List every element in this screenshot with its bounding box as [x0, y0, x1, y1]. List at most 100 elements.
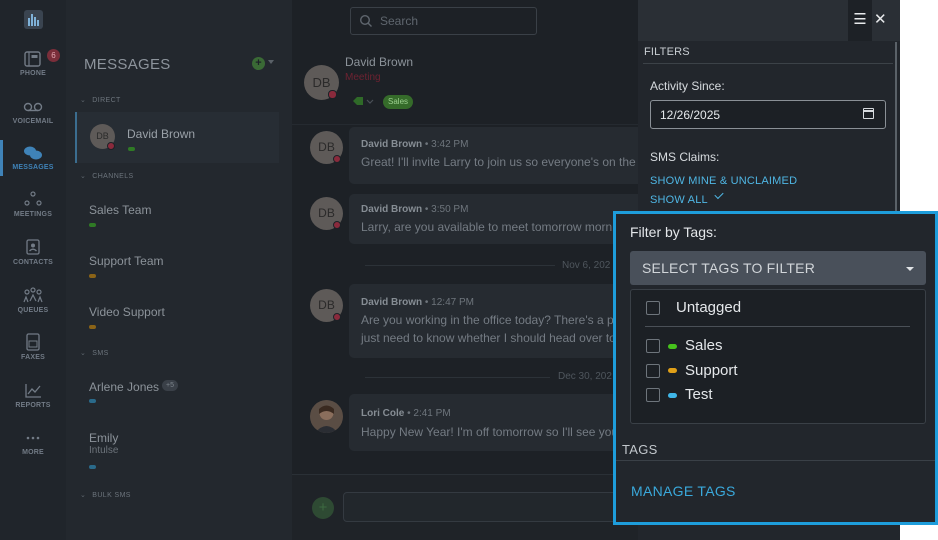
option-sales-label[interactable]: Sales [685, 337, 723, 354]
nav-queues[interactable]: QUEUES [0, 285, 66, 329]
tag-icon[interactable] [352, 96, 374, 106]
nav-more[interactable]: MORE [0, 427, 66, 471]
nav-phone-label: PHONE [20, 70, 46, 77]
sms-emily[interactable]: Emily [89, 431, 118, 445]
test-color-dot [668, 393, 677, 398]
manage-tags-link[interactable]: MANAGE TAGS [631, 483, 736, 499]
tag-indicator [89, 274, 96, 278]
checkbox-sales[interactable] [646, 339, 660, 353]
show-all-option[interactable]: SHOW ALL [650, 194, 708, 206]
attach-add-button[interactable]: + [312, 497, 334, 519]
message-text: Happy New Year! I'm off tomorrow so I'll… [361, 425, 619, 439]
message-text: just need to know whether I should head … [361, 331, 616, 345]
contact-tag-badge: Sales [383, 95, 414, 109]
nav-contacts-label: CONTACTS [13, 259, 53, 266]
calendar-icon[interactable] [863, 108, 874, 119]
conversation-name: David Brown [127, 127, 196, 141]
date-divider-line [365, 377, 550, 378]
busy-status-dot [333, 313, 341, 321]
nav-meetings[interactable]: MEETINGS [0, 189, 66, 233]
chevron-down-icon: ⌄ [80, 173, 87, 180]
message-avatar-photo [310, 400, 343, 433]
section-bulk-sms[interactable]: ⌄ BULK SMS [80, 491, 131, 499]
busy-status-dot [333, 155, 341, 163]
app-logo[interactable] [24, 10, 43, 29]
show-mine-unclaimed-option[interactable]: SHOW MINE & UNCLAIMED [650, 175, 797, 187]
tag-indicator [128, 147, 135, 151]
option-support-label[interactable]: Support [685, 362, 738, 379]
chevron-down-icon: ⌄ [80, 350, 87, 357]
message-text: Are you working in the office today? The… [361, 313, 621, 327]
busy-status-dot [107, 142, 115, 150]
message-text: Great! I'll invite Larry to join us so e… [361, 155, 646, 169]
tag-options-dropdown [630, 289, 926, 424]
more-dots-icon [26, 436, 40, 440]
nav-messages[interactable]: MESSAGES [0, 142, 66, 186]
channel-video-support[interactable]: Video Support [89, 305, 165, 319]
tags-section-header: TAGS [622, 442, 658, 457]
option-untagged-label[interactable]: Untagged [676, 299, 741, 316]
tag-filter-select-placeholder: SELECT TAGS TO FILTER [642, 260, 816, 276]
contact-name: David Brown [345, 55, 414, 69]
menu-button[interactable]: ☰ [848, 0, 872, 41]
search-placeholder: Search [380, 14, 419, 28]
checkbox-untagged[interactable] [646, 301, 660, 315]
section-direct[interactable]: ⌄ DIRECT [80, 96, 121, 104]
chat-bubbles-icon [24, 146, 42, 160]
caret-down-icon[interactable] [906, 267, 914, 271]
message-meta: David Brown • 12:47 PM [361, 297, 474, 308]
date-separator: Dec 30, 202 [558, 371, 612, 382]
nav-more-label: MORE [22, 449, 44, 456]
message-input[interactable] [343, 492, 638, 522]
message-bubble [349, 194, 638, 244]
chat-header-divider [292, 124, 638, 125]
message-meta: David Brown • 3:42 PM [361, 139, 469, 150]
nav-voicemail[interactable]: VOICEMAIL [0, 96, 66, 140]
chevron-down-icon: ⌄ [80, 97, 87, 104]
chevron-down-icon: ⌄ [80, 492, 87, 499]
checkbox-test[interactable] [646, 388, 660, 402]
close-button[interactable]: ✕ [874, 11, 887, 29]
nav-faxes[interactable]: FAXES [0, 332, 66, 376]
section-sms[interactable]: ⌄ SMS [80, 349, 109, 357]
meetings-icon [24, 191, 42, 206]
nav-contacts[interactable]: CONTACTS [0, 237, 66, 281]
tag-indicator [89, 399, 96, 403]
fax-icon [26, 333, 40, 351]
date-divider-line [365, 265, 555, 266]
person-photo-icon [310, 400, 343, 433]
conversation-list: MESSAGES + ⌄ DIRECT [66, 0, 292, 540]
sms-claims-label: SMS Claims: [650, 150, 720, 164]
panel-scrollbar[interactable] [895, 42, 897, 212]
message-text: Larry, are you available to meet tomorro… [361, 220, 615, 234]
filters-divider [643, 63, 893, 64]
nav-voicemail-label: VOICEMAIL [12, 118, 54, 125]
nav-faxes-label: FAXES [21, 354, 45, 361]
channel-sales-team[interactable]: Sales Team [89, 203, 151, 217]
tags-divider [616, 460, 935, 461]
contacts-icon [26, 239, 40, 255]
option-test-label[interactable]: Test [685, 386, 713, 403]
chevron-down-icon[interactable] [268, 60, 274, 64]
close-icon: ✕ [874, 11, 887, 28]
contact-status: Meeting [345, 72, 381, 83]
checkbox-support[interactable] [646, 364, 660, 378]
sales-color-dot [668, 344, 677, 349]
channel-support-team[interactable]: Support Team [89, 254, 164, 268]
filters-header: FILTERS [644, 46, 690, 58]
section-channels[interactable]: ⌄ CHANNELS [80, 172, 134, 180]
sms-emily-company: Intulse [89, 445, 119, 456]
busy-status-dot [328, 90, 337, 99]
filter-by-tags-label: Filter by Tags: [630, 224, 717, 240]
nav-reports[interactable]: REPORTS [0, 380, 66, 424]
sms-arlene-jones[interactable]: Arlene Jones [89, 380, 159, 394]
message-bubble [349, 394, 638, 451]
add-conversation-button[interactable]: + [252, 57, 265, 70]
nav-queues-label: QUEUES [17, 307, 49, 314]
message-meta: Lori Cole • 2:41 PM [361, 408, 451, 419]
support-color-dot [668, 368, 677, 373]
search-input[interactable]: Search [350, 7, 537, 35]
list-title: MESSAGES [84, 56, 171, 73]
activity-since-date-field[interactable]: 12/26/2025 [650, 100, 886, 129]
voicemail-icon [23, 102, 43, 112]
